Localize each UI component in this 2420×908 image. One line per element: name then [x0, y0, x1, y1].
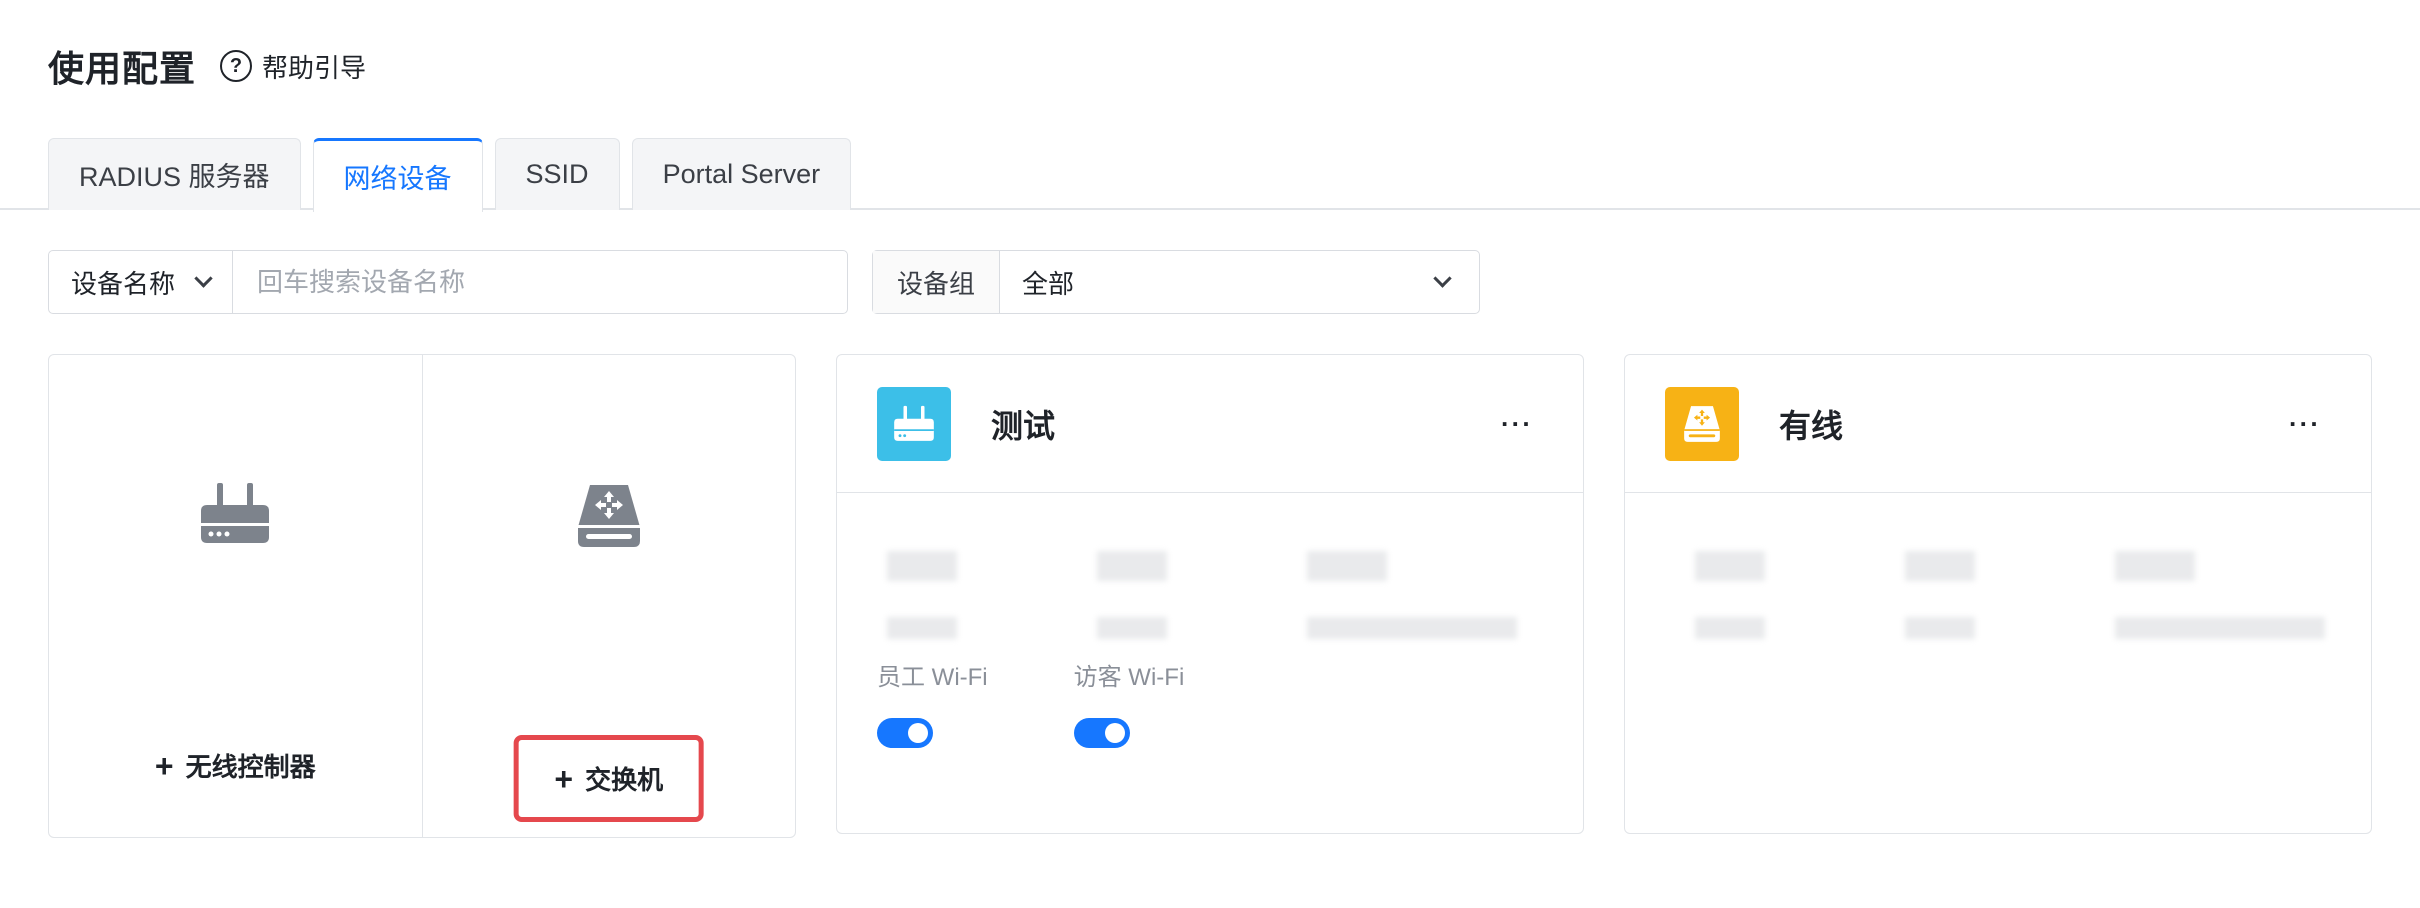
- ssid-enable-toggle[interactable]: [1073, 718, 1130, 748]
- device-card-header: 测试 ···: [837, 355, 1583, 493]
- tab-radius-server[interactable]: RADIUS 服务器: [48, 138, 301, 210]
- add-switch-label: 交换机: [585, 765, 664, 795]
- device-group-label: 设备组: [873, 251, 1001, 313]
- device-search-filter: 设备名称: [48, 250, 848, 314]
- add-wireless-controller-button[interactable]: + 无线控制器: [127, 733, 344, 798]
- plus-icon: +: [554, 760, 574, 797]
- help-guide-label: 帮助引导: [262, 52, 367, 83]
- page: 使用配置 ? 帮助引导 RADIUS 服务器 网络设备 SSID Portal …: [0, 0, 2420, 908]
- redacted-device-details: [877, 531, 1563, 643]
- more-options-button[interactable]: ···: [1501, 408, 1533, 439]
- add-wireless-controller-panel: + 无线控制器: [49, 355, 422, 837]
- ssid-item-guest: 访客 Wi-Fi: [1073, 657, 1185, 748]
- switch-icon: [1684, 405, 1720, 442]
- device-card-header: 有线 ···: [1625, 355, 2371, 493]
- device-card-test[interactable]: 测试 ··· 员工 Wi-Fi 访客 Wi-Fi: [836, 354, 1584, 834]
- page-header: 使用配置 ? 帮助引导: [48, 38, 366, 94]
- plus-icon: +: [154, 747, 174, 784]
- device-name: 测试: [991, 407, 1056, 444]
- device-name: 有线: [1779, 407, 1844, 444]
- chevron-down-icon: [1433, 268, 1452, 288]
- tab-network-devices[interactable]: 网络设备: [312, 138, 483, 212]
- add-wireless-controller-label: 无线控制器: [185, 752, 316, 782]
- page-title: 使用配置: [48, 48, 197, 89]
- ssid-label: 访客 Wi-Fi: [1073, 664, 1185, 691]
- device-type-badge: [877, 386, 951, 461]
- device-search-input[interactable]: [233, 251, 847, 313]
- device-group-select[interactable]: 全部: [1000, 251, 1479, 313]
- ssid-item-staff: 员工 Wi-Fi: [877, 657, 988, 748]
- ssid-label: 员工 Wi-Fi: [877, 664, 988, 691]
- device-type-badge: [1665, 386, 1739, 461]
- device-group-filter: 设备组 全部: [872, 250, 1480, 314]
- tab-bar: RADIUS 服务器 网络设备 SSID Portal Server: [48, 138, 863, 212]
- help-guide-link[interactable]: ? 帮助引导: [220, 48, 366, 85]
- ssid-enable-toggle[interactable]: [877, 718, 933, 748]
- search-field-select[interactable]: 设备名称: [49, 251, 234, 313]
- ssid-toggle-row: 员工 Wi-Fi 访客 Wi-Fi: [877, 657, 1270, 748]
- add-device-card: + 无线控制器 + 交换机: [48, 354, 796, 838]
- add-switch-panel: + 交换机: [421, 355, 796, 837]
- more-options-button[interactable]: ···: [2289, 408, 2321, 439]
- question-circle-icon: ?: [220, 50, 253, 82]
- add-switch-button[interactable]: + 交换机: [513, 735, 705, 822]
- device-group-value: 全部: [1022, 268, 1075, 299]
- router-icon: [894, 405, 934, 441]
- chevron-down-icon: [194, 268, 213, 288]
- redacted-device-details: [1665, 531, 2351, 643]
- tab-portal-server[interactable]: Portal Server: [631, 138, 852, 210]
- search-field-value: 设备名称: [71, 268, 176, 299]
- device-card-wired[interactable]: 有线 ···: [1624, 354, 2372, 834]
- tab-ssid[interactable]: SSID: [494, 138, 620, 210]
- switch-icon: [577, 485, 640, 547]
- router-icon: [201, 483, 270, 543]
